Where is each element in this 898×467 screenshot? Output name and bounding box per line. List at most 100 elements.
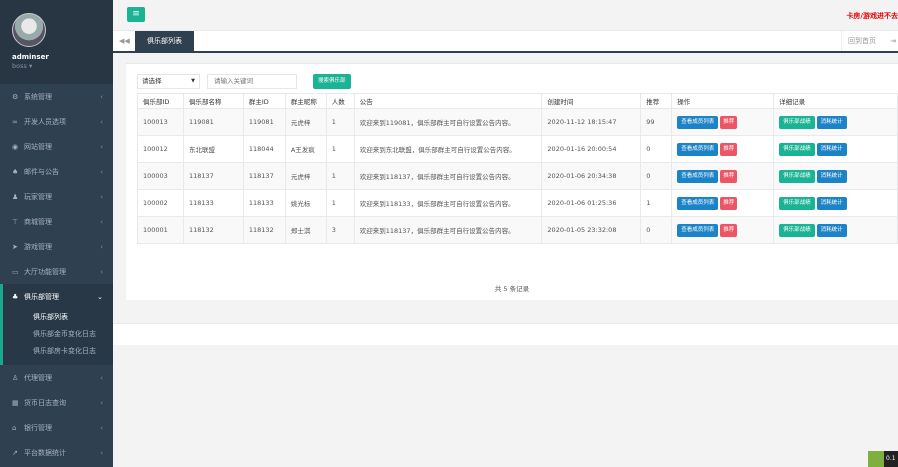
consumption-stats-button[interactable]: 消耗统计 [816,142,847,156]
column-header[interactable]: 人数 [325,93,355,109]
cell-actions: 查看成员列表 推荐 [671,135,775,163]
leaf-icon [868,451,884,467]
cell-owner-nick: 元虎梓 [284,162,327,190]
send-icon: ➤ [12,242,18,251]
column-header[interactable]: 群主ID [242,93,286,109]
cell-created: 2020-01-06 01:25:36 [541,189,642,217]
consumption-stats-button[interactable]: 消耗统计 [816,169,847,183]
cell-owner-id: 118132 [242,216,286,244]
keyword-input[interactable] [207,73,297,89]
sidebar-item-agent[interactable]: ♙ 代理管理 ‹ [0,365,113,390]
sidebar-item-players[interactable]: ♟ 玩家管理 ‹ [0,184,113,209]
user-role-dropdown[interactable]: boss ▾ [12,62,113,70]
recommend-button[interactable]: 推荐 [720,142,738,156]
tab-scroll-left-icon[interactable]: ◀◀ [119,37,130,45]
sidebar-nav: ⚙ 系统管理 ‹ ∞ 开发人员选项 ‹ ◉ 网站管理 ‹ ♠ 邮件与公告 ‹ ♟ 玩家管理 ‹ ⊤ 商… [0,84,113,309]
avatar[interactable] [12,13,46,47]
cell-actions: 查看成员列表 推荐 [671,162,775,190]
column-header[interactable]: 俱乐部名称 [182,93,244,109]
consumption-stats-button[interactable]: 消耗统计 [816,196,847,210]
view-members-button[interactable]: 查看成员列表 [677,115,719,129]
sidebar-item-label: 开发人员选项 [24,117,66,126]
cell-actions: 查看成员列表 推荐 [671,108,775,136]
group-icon: ♣ [12,292,19,301]
subnav-club-card-log[interactable]: 俱乐部房卡变化日志 [3,343,113,360]
sidebar-item-label: 邮件与公告 [24,167,59,176]
user-name[interactable]: adminser [12,53,113,61]
column-header[interactable]: 详细记录 [773,93,898,109]
search-club-button[interactable]: 搜索俱乐部 [313,73,351,89]
agent-icon: ♙ [12,373,19,382]
bell-icon: ♠ [12,167,19,176]
sidebar-item-club[interactable]: ♣ 俱乐部管理 ⌄ [0,284,113,309]
sidebar-item-label: 商城管理 [24,217,52,226]
table-row: 100002 118133 118133 姚光标 1 欢迎来到118133，俱乐… [137,189,898,217]
consumption-stats-button[interactable]: 消耗统计 [816,223,847,237]
chevron-left-icon: ‹ [100,373,103,382]
corner-badge[interactable]: 0.1 [868,451,898,467]
cell-club-id: 100013 [137,108,184,136]
column-header[interactable]: 群主昵称 [284,93,327,109]
sidebar-item-bank[interactable]: ⌂ 银行管理 ‹ [0,415,113,440]
tab-club-list[interactable]: 俱乐部列表 [135,31,194,51]
view-members-button[interactable]: 查看成员列表 [677,223,719,237]
view-members-button[interactable]: 查看成员列表 [677,169,719,183]
cell-club-id: 100002 [137,189,184,217]
cell-actions: 查看成员列表 推荐 [671,216,775,244]
cell-notice: 欢迎来到东北联盟，俱乐部群主可自行设置公告内容。 [353,135,543,163]
cell-records: 俱乐部战绩 消耗统计 [773,135,898,163]
subnav-club-gold-log[interactable]: 俱乐部金币变化日志 [3,326,113,343]
club-battle-button[interactable]: 俱乐部战绩 [779,196,815,210]
recommend-button[interactable]: 推荐 [720,115,738,129]
sidebar-item-label: 玩家管理 [24,192,52,201]
badge-text: 0.1 [884,451,898,467]
filter-select[interactable]: 请选择 ▼ [137,73,200,89]
club-battle-button[interactable]: 俱乐部战绩 [779,115,815,129]
sidebar-item-shop[interactable]: ⊤ 商城管理 ‹ [0,209,113,234]
column-header[interactable]: 创建时间 [541,93,642,109]
chevron-left-icon: ‹ [100,142,103,151]
notice-text: 卡房/游戏进不去 [846,12,898,20]
chevron-left-icon: ‹ [100,92,103,101]
sidebar-item-mail[interactable]: ♠ 邮件与公告 ‹ [0,159,113,184]
recommend-button[interactable]: 推荐 [720,169,738,183]
column-header[interactable]: 推荐 [640,93,673,109]
filter-select-value: 请选择 [142,76,162,85]
sidebar-item-currency-log[interactable]: ▦ 货币日志查询 ‹ [0,390,113,415]
menu-toggle-button[interactable]: ≡ [127,7,145,22]
view-members-button[interactable]: 查看成员列表 [677,196,719,210]
sidebar-item-games[interactable]: ➤ 游戏管理 ‹ [0,234,113,259]
sidebar-item-website[interactable]: ◉ 网站管理 ‹ [0,134,113,159]
club-battle-button[interactable]: 俱乐部战绩 [779,223,815,237]
table-row: 100003 118137 118137 元虎梓 1 欢迎来到118137，俱乐… [137,162,898,190]
sidebar-item-system[interactable]: ⚙ 系统管理 ‹ [0,84,113,109]
club-battle-button[interactable]: 俱乐部战绩 [779,142,815,156]
record-count: 共 5 条记录 [494,285,530,293]
recommend-button[interactable]: 推荐 [720,223,738,237]
subnav-club-list[interactable]: 俱乐部列表 [3,309,113,326]
column-header[interactable]: 俱乐部ID [137,93,184,109]
sidebar-item-developer[interactable]: ∞ 开发人员选项 ‹ [0,109,113,134]
exit-icon[interactable]: ⇥ [890,31,896,51]
cell-club-name: 118132 [182,216,244,244]
club-list-panel: 请选择 ▼ 搜索俱乐部 俱乐部ID 俱乐部名称 群主ID 群主昵称 人数 公告 创… [126,63,898,300]
recommend-button[interactable]: 推荐 [720,196,738,210]
sidebar-item-label: 平台数据统计 [24,448,66,457]
sidebar-item-lobby[interactable]: ▭ 大厅功能管理 ‹ [0,259,113,284]
cell-records: 俱乐部战绩 消耗统计 [773,108,898,136]
sidebar-item-label: 代理管理 [24,373,52,382]
consumption-stats-button[interactable]: 消耗统计 [816,115,847,129]
column-header[interactable]: 公告 [353,93,543,109]
chevron-left-icon: ‹ [100,398,103,407]
cell-owner-id: 118137 [242,162,286,190]
cell-notice: 欢迎来到118137，俱乐部群主可自行设置公告内容。 [353,162,543,190]
column-header[interactable]: 操作 [671,93,775,109]
club-battle-button[interactable]: 俱乐部战绩 [779,169,815,183]
close-all-tabs-button[interactable]: 回到首页 [841,31,882,51]
view-members-button[interactable]: 查看成员列表 [677,142,719,156]
cell-owner-id: 118044 [242,135,286,163]
table-row: 100001 118132 118132 郑士淇 3 欢迎来到118137，俱乐… [137,216,898,244]
sidebar-item-label: 俱乐部管理 [24,292,59,301]
chevron-left-icon: ‹ [100,267,103,276]
sidebar-item-stats[interactable]: ↗ 平台数据统计 ‹ [0,440,113,465]
